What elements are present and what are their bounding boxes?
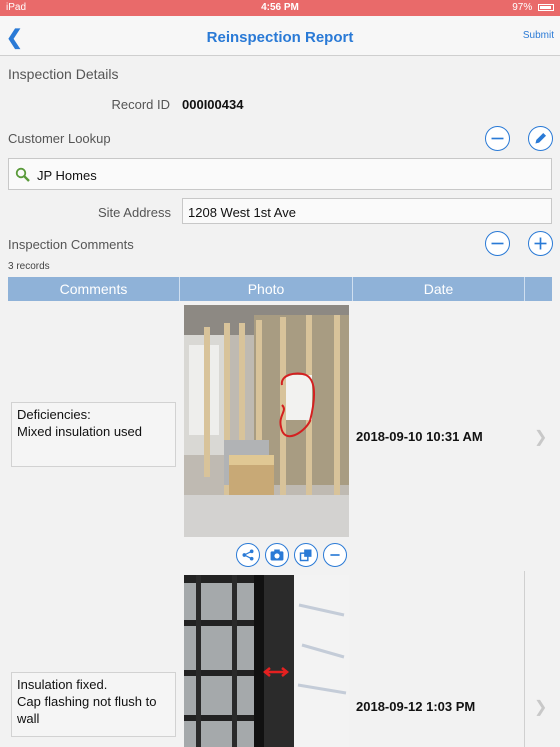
inspection-details-heading: Inspection Details <box>8 66 119 82</box>
insulation-photo-image <box>184 305 349 537</box>
copy-photo-button[interactable] <box>294 543 318 567</box>
minus-icon <box>330 554 340 556</box>
comments-grid-header: Comments Photo Date <box>8 277 552 301</box>
minus-icon <box>491 137 504 140</box>
remove-photo-button[interactable] <box>323 543 347 567</box>
battery-indicator: 97% <box>512 2 554 13</box>
plus-icon <box>534 237 547 250</box>
status-time: 4:56 PM <box>261 2 299 13</box>
column-header-comments[interactable]: Comments <box>8 277 180 301</box>
row-1-date: 2018-09-10 10:31 AM <box>356 429 483 444</box>
share-photo-button[interactable] <box>236 543 260 567</box>
site-address-field[interactable]: 1208 West 1st Ave <box>182 198 552 224</box>
row-1-photo[interactable] <box>184 305 349 537</box>
pencil-icon <box>535 132 547 144</box>
remove-customer-button[interactable] <box>485 126 510 151</box>
page-title: Reinspection Report <box>206 29 354 46</box>
row-1-comment[interactable]: Deficiencies: Mixed insulation used <box>11 402 176 467</box>
column-divider <box>524 571 525 747</box>
status-bar: iPad 4:56 PM 97% <box>0 0 560 16</box>
add-comment-button[interactable] <box>528 231 553 256</box>
minus-icon <box>491 242 504 245</box>
submit-button[interactable]: Submit <box>523 30 554 41</box>
share-icon <box>242 549 254 561</box>
column-header-date[interactable]: Date <box>353 277 525 301</box>
battery-percent: 97% <box>512 2 533 13</box>
camera-button[interactable] <box>265 543 289 567</box>
row-1-chevron-right-icon[interactable]: ❯ <box>534 427 547 447</box>
column-header-photo[interactable]: Photo <box>180 277 353 301</box>
flashing-photo-image <box>184 575 349 747</box>
inspection-comments-label: Inspection Comments <box>8 237 134 252</box>
row-2-date: 2018-09-12 1:03 PM <box>356 699 476 714</box>
record-count: 3 records <box>8 261 50 272</box>
record-id-value: 000I00434 <box>182 97 244 112</box>
customer-value: JP Homes <box>37 168 97 183</box>
row-2-photo[interactable] <box>184 575 349 747</box>
copy-icon <box>299 549 312 562</box>
nav-bar: ❮ Reinspection Report Submit <box>0 16 560 56</box>
edit-customer-button[interactable] <box>528 126 553 151</box>
magnifier-icon <box>15 167 30 182</box>
customer-lookup-label: Customer Lookup <box>8 131 111 146</box>
site-address-value: 1208 West 1st Ave <box>188 205 296 220</box>
row-2-comment[interactable]: Insulation fixed. Cap flashing not flush… <box>11 672 176 737</box>
remove-comment-button[interactable] <box>485 231 510 256</box>
row-2-chevron-right-icon[interactable]: ❯ <box>534 697 547 717</box>
battery-icon <box>538 3 554 11</box>
camera-icon <box>270 549 284 561</box>
record-id-label: Record ID <box>111 97 170 112</box>
customer-lookup-field[interactable]: JP Homes <box>8 158 552 190</box>
site-address-label: Site Address <box>98 205 171 220</box>
